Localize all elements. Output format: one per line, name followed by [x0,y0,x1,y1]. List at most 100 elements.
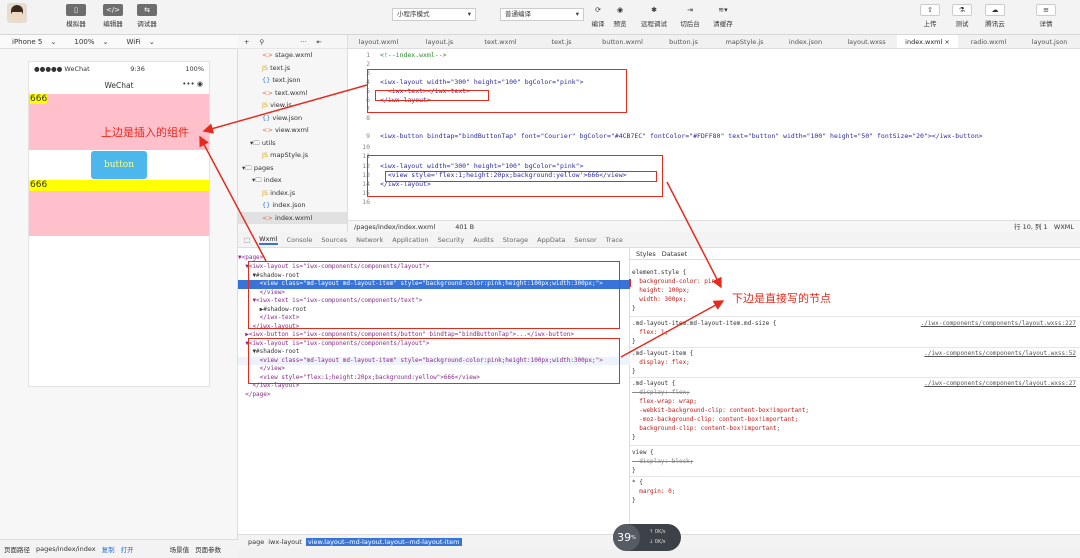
test-button[interactable]: ⚗ 测试 [952,4,972,28]
close-circle-icon: ◉ [196,80,203,88]
tree-item[interactable]: <> view.wxml [238,124,347,137]
search-icon[interactable]: ⚲ [259,38,264,46]
cursor-position: 行 10, 列 1 [1014,223,1048,231]
tab-styles[interactable]: Styles [636,248,656,259]
device-value: iPhone 5 [12,37,43,46]
dom-node[interactable]: </page> [238,391,630,400]
style-line: background-color: pink; [632,278,723,285]
editor-tab[interactable]: index.wxml × [897,35,958,48]
file-size: 401 B [455,223,475,231]
devtools-tab[interactable]: Wxml [259,235,278,245]
more-icon[interactable]: ··· [300,38,306,46]
code-line: 16 [348,198,380,207]
tab-dataset[interactable]: Dataset [662,248,687,259]
gauge-value: 39 [617,531,632,544]
params-button[interactable]: 页面参数 [195,544,221,554]
tree-item[interactable]: ▾🗀 utils [238,137,347,150]
preview-button-component[interactable]: button [91,151,147,179]
tree-item[interactable]: ▾🗀 pages [238,162,347,175]
remote-debug-button[interactable]: ✱ 远程调试 [641,4,667,28]
editor-tab[interactable]: radio.wxml [958,35,1019,48]
remote-debug-label: 远程调试 [641,20,667,28]
editor-tab[interactable]: mapStyle.js [714,35,775,48]
devtools-tab[interactable]: Audits [473,236,493,244]
copy-link[interactable]: 复制 [102,544,115,554]
simulator-toggle[interactable]: ▯ 模拟器 [66,4,86,28]
compile-button[interactable]: ⟳ 编译 [588,4,608,28]
highlight-box-code-view [385,171,657,182]
language-mode[interactable]: WXML [1054,223,1074,231]
devtools-tab[interactable]: Trace [606,236,623,244]
wxml-file-icon: <> [262,213,275,222]
tree-item-label: text.json [272,76,301,84]
editor-tab[interactable]: text.wxml [470,35,531,48]
source-link[interactable]: ./iwx-components/components/layout.wxss:… [921,320,1076,328]
tree-item[interactable]: {} view.json [238,112,347,125]
devtools-tab[interactable]: Network [356,236,383,244]
add-icon[interactable]: + [244,38,249,46]
devtools-tab[interactable]: Storage [503,236,528,244]
devtools-tab[interactable]: AppData [537,236,565,244]
switch-bg-button[interactable]: ⇥ 切后台 [680,4,700,28]
clear-cache-button[interactable]: ≋▾ 清缓存 [713,4,733,28]
source-link[interactable]: ./iwx-components/components/layout.wxss:… [924,350,1076,358]
tree-item[interactable]: JS mapStyle.js [238,149,347,162]
editor-tab[interactable]: layout.wxml [348,35,409,48]
tree-item[interactable]: <> index.wxml [238,211,347,224]
source-link[interactable]: ./iwx-components/components/layout.wxss:… [924,380,1076,388]
scene-button[interactable]: 场景值 [170,544,190,554]
code-icon: </> [103,4,123,16]
tree-item[interactable]: JS view.js [238,99,347,112]
tree-list: <> stage.wxml JS text.js{} text.json <> te… [238,49,347,224]
user-avatar[interactable] [7,3,27,23]
dom-text: ▼<page> [238,254,264,261]
editor-tab[interactable]: text.js [531,35,592,48]
compile-mode-select[interactable]: 普通编译 ▾ [500,8,584,21]
style-line: } [632,305,636,312]
breadcrumb-current[interactable]: view.layout--md-layout.layout--md-layout… [305,537,462,546]
tree-item[interactable]: JS text.js [238,62,347,75]
editor-toggle[interactable]: </> 编辑器 [103,4,123,28]
editor-tab[interactable]: button.js [653,35,714,48]
preview-button[interactable]: ◉ 预览 [610,4,630,28]
tree-item[interactable]: JS index.js [238,187,347,200]
tree-item[interactable]: <> stage.wxml [238,49,347,62]
device-select[interactable]: iPhone 5 ⌄ [0,38,62,46]
tree-item[interactable]: {} index.json [238,199,347,212]
devtools-tab[interactable]: Sources [321,236,347,244]
devtools-tab[interactable]: Application [392,236,428,244]
network-value: WiFi [126,37,141,46]
inspect-icon[interactable]: ⬚ [244,236,250,244]
network-select[interactable]: WiFi ⌄ [115,38,161,46]
tencent-cloud-button[interactable]: ☁ 腾讯云 [985,4,1005,28]
upload-button[interactable]: ⇧ 上传 [920,4,940,28]
tree-item-label: utils [261,138,276,147]
open-link[interactable]: 打开 [121,544,134,554]
editor-tab[interactable]: layout.wxss [836,35,897,48]
editor-tab[interactable]: layout.json [1019,35,1080,48]
tree-item[interactable]: <> text.wxml [238,87,347,100]
tree-item[interactable]: {} text.json [238,74,347,87]
upload-label: 上传 [923,20,937,28]
breadcrumb-page[interactable]: page [248,538,264,546]
mode-select[interactable]: 小程序模式 ▾ [392,8,476,21]
devtools-tab[interactable]: Security [438,236,465,244]
editor-tab[interactable]: layout.js [409,35,470,48]
rule-separator [630,377,1080,378]
tree-header: + ⚲ ··· ⇤ [238,35,347,49]
tree-item[interactable]: ▾🗀 index [238,174,347,187]
devtools-tab[interactable]: Sensor [574,236,596,244]
editor-tab[interactable]: index.json [775,35,836,48]
editor-tab[interactable]: button.wxml [592,35,653,48]
breadcrumb-layout[interactable]: iwx-layout [268,538,302,546]
zoom-select[interactable]: 100% ⌄ [62,38,114,46]
simulator-label: 模拟器 [66,20,86,28]
gauge-unit: % [631,534,636,541]
collapse-icon[interactable]: ⇤ [316,38,321,46]
details-button[interactable]: ≡ 详情 [1036,4,1056,28]
devtools-tab[interactable]: Console [287,236,313,244]
capsule-menu[interactable]: ••• ◉ [182,80,203,88]
debugger-toggle[interactable]: ⇆ 调试器 [137,4,157,28]
download-speed: ↓ 0K/s [649,539,666,545]
style-line: } [632,467,636,474]
